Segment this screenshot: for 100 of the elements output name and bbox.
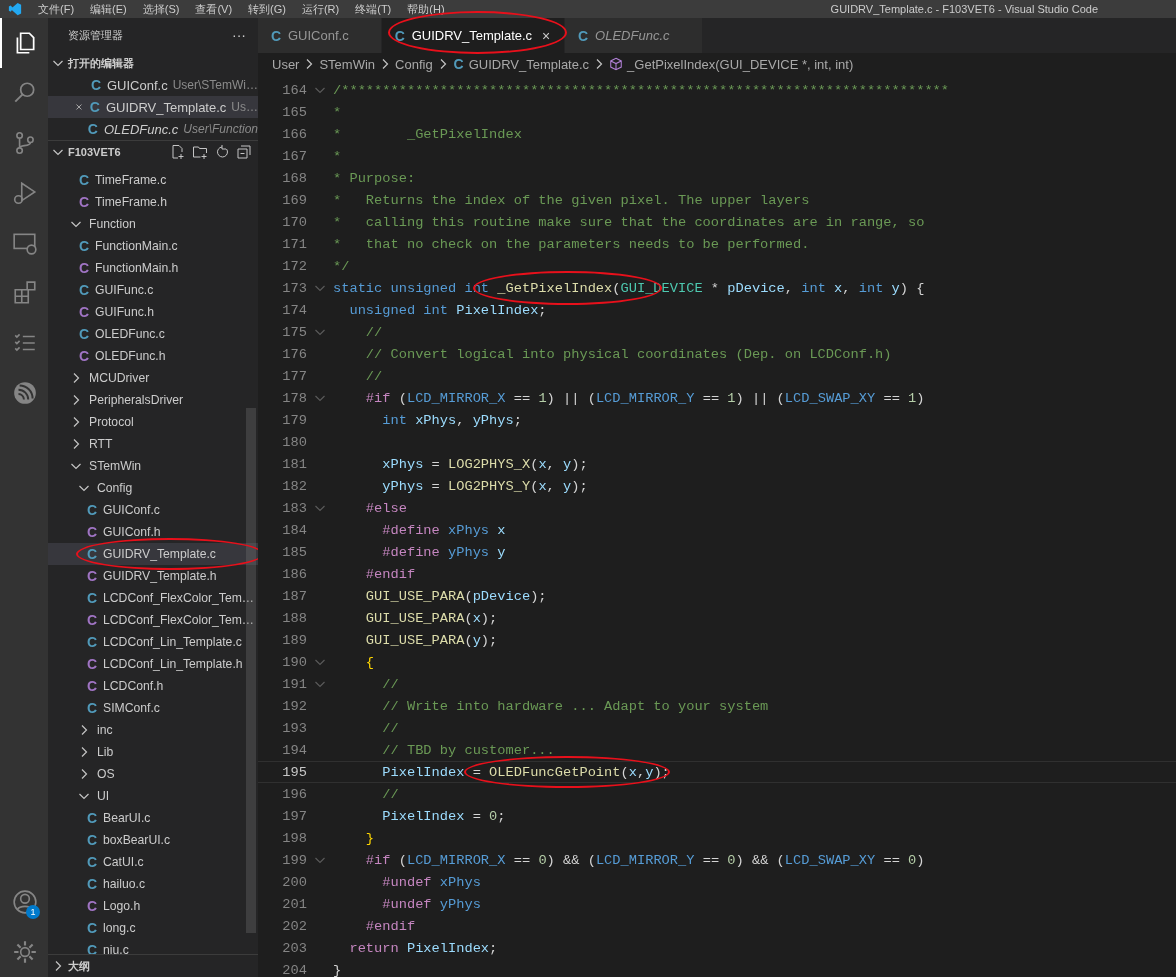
file-item[interactable]: C Logo.h (48, 895, 258, 917)
file-item[interactable]: C LCDConf.h (48, 675, 258, 697)
code-line: #define xPhys x (381, 522, 506, 538)
line-number: 176 (281, 346, 307, 362)
file-item[interactable]: C GUIDRV_Template.c (48, 543, 258, 565)
file-item[interactable]: C long.c (48, 917, 258, 939)
file-item[interactable]: C FunctionMain.c (48, 235, 258, 257)
line-number: 175 (281, 324, 307, 340)
folder-item[interactable]: OS (48, 763, 258, 785)
line-number: 198 (281, 830, 307, 846)
c-file-icon: C (78, 260, 90, 276)
code-line: */ (333, 258, 350, 274)
folder-item[interactable]: RTT (48, 433, 258, 455)
more-actions-button[interactable]: ··· (232, 27, 246, 43)
line-number: 174 (281, 302, 307, 318)
c-file-icon: C (86, 678, 98, 694)
menu-item[interactable]: 查看(V) (195, 1, 233, 17)
editor-tab[interactable]: C GUIConf.c (258, 18, 382, 53)
notification-badge: 1 (26, 905, 40, 919)
line-number: 179 (281, 412, 307, 428)
file-item[interactable]: C CatUI.c (48, 851, 258, 873)
breadcrumb-item[interactable]: C GUIDRV_Template.c (452, 56, 590, 72)
c-file-icon: C (86, 832, 98, 848)
file-item[interactable]: C GUIFunc.h (48, 301, 258, 323)
file-item[interactable]: C GUIDRV_Template.h (48, 565, 258, 587)
breadcrumb-item[interactable]: Config (395, 56, 433, 72)
menu-item[interactable]: 编辑(E) (90, 1, 127, 17)
breadcrumb-item[interactable]: _GetPixelIndex(GUI_DEVICE *, int, int) (627, 56, 854, 72)
file-item[interactable]: C OLEDFunc.c (48, 323, 258, 345)
folder-item[interactable]: STemWin (48, 455, 258, 477)
file-item[interactable]: C LCDConf_Lin_Template.c (48, 631, 258, 653)
line-number: 204 (281, 962, 307, 977)
menu-item[interactable]: 文件(F) (38, 1, 75, 17)
file-item[interactable]: C boxBearUI.c (48, 829, 258, 851)
line-number: 196 (281, 786, 307, 802)
new-folder-icon[interactable] (192, 144, 208, 160)
run-debug-icon[interactable] (12, 180, 38, 206)
editor-tab[interactable]: C OLEDFunc.c (565, 18, 703, 53)
menu-item[interactable]: 转到(G) (248, 1, 286, 17)
line-number: 194 (281, 742, 307, 758)
file-item[interactable]: C FunctionMain.h (48, 257, 258, 279)
menu-item[interactable]: 选择(S) (142, 1, 180, 17)
account-icon[interactable] (12, 889, 38, 915)
c-file-icon: C (78, 282, 90, 298)
folder-item[interactable]: Lib (48, 741, 258, 763)
menu-item[interactable]: 运行(R) (301, 1, 340, 17)
line-number: 186 (281, 566, 307, 582)
line-number: 197 (281, 808, 307, 824)
file-item[interactable]: C LCDConf_FlexColor_Tem… (48, 609, 258, 631)
breadcrumb-item[interactable]: User (272, 56, 300, 72)
file-item[interactable]: C BearUI.c (48, 807, 258, 829)
breadcrumb-item[interactable]: STemWin (319, 56, 376, 72)
editor-tab[interactable]: C GUIDRV_Template.c × (381, 18, 566, 53)
refresh-icon[interactable] (214, 144, 230, 160)
file-item[interactable]: C OLEDFunc.h (48, 345, 258, 367)
folder-item[interactable]: UI (48, 785, 258, 807)
file-item[interactable]: C TimeFrame.h (48, 191, 258, 213)
code-line: GUI_USE_PARA(x); (364, 610, 498, 626)
section-header[interactable]: 大纲 (48, 954, 258, 977)
menu-item[interactable]: 帮助(H) (407, 1, 445, 17)
line-number: 183 (281, 500, 307, 516)
line-number: 203 (281, 940, 307, 956)
c-file-icon: C (78, 326, 90, 342)
code-line: #undef yPhys (381, 896, 481, 912)
file-item[interactable]: C SIMConf.c (48, 697, 258, 719)
line-number: 200 (281, 874, 307, 890)
line-number: 187 (281, 588, 307, 604)
section-header[interactable]: F103VET6 (48, 140, 258, 163)
folder-item[interactable]: Config (48, 477, 258, 499)
file-item[interactable]: C hailuo.c (48, 873, 258, 895)
folder-item[interactable]: MCUDriver (48, 367, 258, 389)
code-line: /************************************************************************** (333, 82, 950, 98)
code-line: #if (LCD_MIRROR_X == 0) && (LCD_MIRROR_Y == 0) && (LCD_SWAP_XY == 0) (364, 852, 925, 868)
code-line: // Write into hardware ... Adapt to your system (381, 698, 769, 714)
file-item[interactable]: C GUIConf.c (48, 499, 258, 521)
folder-item[interactable]: Function (48, 213, 258, 235)
file-item[interactable]: C GUIConf.h (48, 521, 258, 543)
collapse-all-icon[interactable] (236, 144, 252, 160)
file-item[interactable]: C GUIFunc.c (48, 279, 258, 301)
code-line: * calling this routine make sure that the coordinates are in range, so (333, 214, 925, 230)
settings-icon[interactable] (12, 939, 38, 965)
folder-item[interactable]: Protocol (48, 411, 258, 433)
code-line: // (381, 786, 399, 802)
line-number: 167 (281, 148, 307, 164)
open-editor-item[interactable]: C GUIDRV_Template.c Us… (48, 96, 258, 118)
open-editor-item[interactable]: C GUIConf.c User\STemWi… (48, 74, 258, 96)
folder-item[interactable]: inc (48, 719, 258, 741)
code-line: yPhys = LOG2PHYS_Y(x, y); (381, 478, 588, 494)
file-item[interactable]: C LCDConf_Lin_Template.h (48, 653, 258, 675)
section-header[interactable]: 打开的编辑器 (48, 52, 258, 74)
extensions-icon[interactable] (12, 280, 38, 306)
folder-item[interactable]: PeripheralsDriver (48, 389, 258, 411)
file-item[interactable]: C TimeFrame.c (48, 169, 258, 191)
code-line: #if (LCD_MIRROR_X == 1) || (LCD_MIRROR_Y == 1) || (LCD_SWAP_XY == 1) (364, 390, 925, 406)
code-line: #define yPhys y (381, 544, 506, 560)
menu-item[interactable]: 终端(T) (355, 1, 392, 17)
open-editor-item[interactable]: C OLEDFunc.c User\Function (48, 118, 258, 140)
file-item[interactable]: C LCDConf_FlexColor_Tem… (48, 587, 258, 609)
new-file-icon[interactable] (170, 144, 186, 160)
c-file-icon: C (78, 304, 90, 320)
